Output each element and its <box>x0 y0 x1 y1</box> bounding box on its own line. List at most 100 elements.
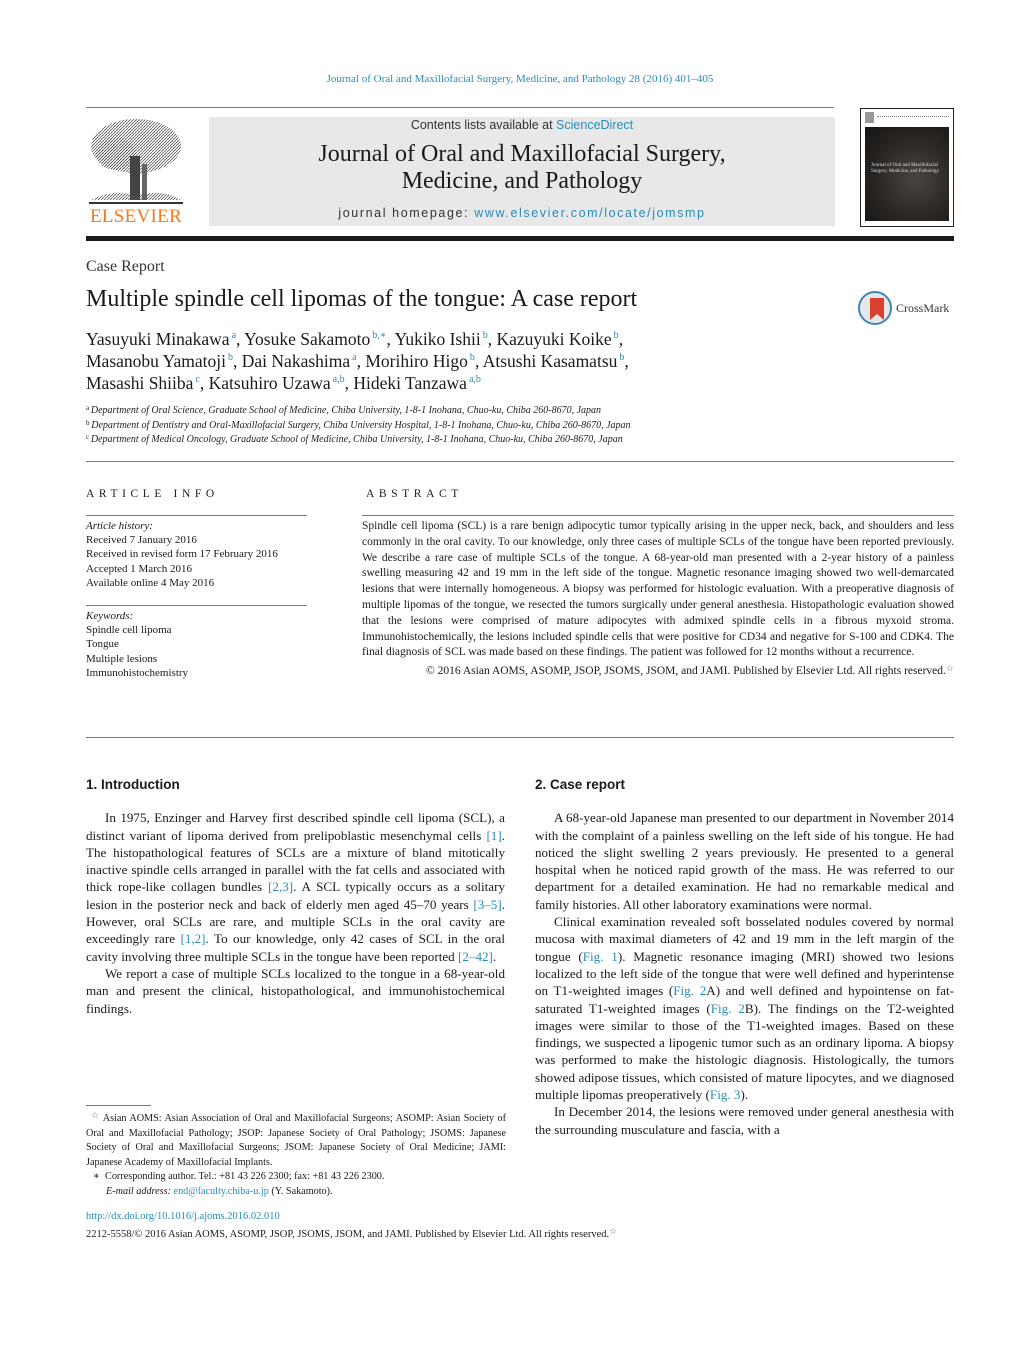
author-separator: , <box>199 373 209 393</box>
citation-link[interactable]: Fig. 3 <box>710 1087 741 1102</box>
paragraph: A 68-year-old Japanese man presented to … <box>535 809 954 913</box>
author-affiliation-marker[interactable]: b <box>468 352 475 363</box>
citation-link[interactable]: Fig. 1 <box>583 949 618 964</box>
star-footnote-marker[interactable]: ☆ <box>946 663 954 673</box>
sciencedirect-link[interactable]: ScienceDirect <box>556 118 633 132</box>
cover-masthead-text <box>877 116 949 119</box>
history-online: Available online 4 May 2016 <box>86 576 215 589</box>
author-name[interactable]: Atsushi Kasamatsu <box>483 351 618 371</box>
star-footnote-marker[interactable]: ☆ <box>609 1226 617 1236</box>
author-affiliation-marker[interactable]: b <box>481 330 488 341</box>
keywords: Keywords: Spindle cell lipoma Tongue Mul… <box>86 609 326 680</box>
citation-link[interactable]: [3–5] <box>473 897 501 912</box>
homepage-line: journal homepage: www.elsevier.com/locat… <box>209 206 835 220</box>
citation-link[interactable]: [1,2] <box>180 931 205 946</box>
paragraph-text: . <box>492 948 497 964</box>
article-title: Multiple spindle cell lipomas of the ton… <box>86 286 638 312</box>
article-history: Article history: Received 7 January 2016… <box>86 519 326 590</box>
author-affiliation-marker[interactable]: b <box>226 352 233 363</box>
article-info-divider <box>86 515 307 516</box>
author-name[interactable]: Yukiko Ishii <box>395 329 481 349</box>
affiliation: b Department of Dentistry and Oral-Maxil… <box>86 419 886 434</box>
author-separator: , <box>233 351 242 371</box>
author-email-link[interactable]: end@faculty.chiba-u.jp <box>174 1186 269 1197</box>
keyword: Tongue <box>86 638 119 651</box>
affiliation-text: Department of Dentistry and Oral-Maxillo… <box>91 419 631 431</box>
citation-link[interactable]: [2–42] <box>458 949 493 964</box>
abstract-divider <box>362 515 954 516</box>
email-label: E-mail address: <box>106 1185 171 1197</box>
author-separator: , <box>624 351 629 371</box>
corresponding-author-text: Corresponding author. Tel.: +81 43 226 2… <box>105 1171 385 1183</box>
elsevier-tree-icon <box>89 119 183 204</box>
crossmark-button[interactable]: CrossMark <box>858 291 968 329</box>
email-footnote: E-mail address: end@faculty.chiba-u.jp (… <box>86 1185 506 1200</box>
paragraph: We report a case of multiple SCLs locali… <box>86 965 505 1017</box>
cover-title: Journal of Oral and Maxillofacial Surger… <box>871 163 940 174</box>
history-received: Received 7 January 2016 <box>86 534 197 547</box>
cover-logo-icon <box>865 112 874 123</box>
author-name[interactable]: Morihiro Higo <box>365 351 468 371</box>
citation-link[interactable]: [1] <box>486 828 501 843</box>
history-revised: Received in revised form 17 February 201… <box>86 548 278 561</box>
abstract-body: Spindle cell lipoma (SCL) is a rare beni… <box>362 520 954 659</box>
author-name[interactable]: Katsuhiro Uzawa <box>209 373 331 393</box>
keywords-divider <box>86 605 307 606</box>
cover-artwork: Journal of Oral and Maxillofacial Surger… <box>865 127 949 221</box>
abstract-copyright: © 2016 Asian AOMS, ASOMP, JSOP, JSOMS, J… <box>362 661 954 680</box>
citation-link[interactable]: Fig. 2 <box>711 1001 745 1016</box>
author-name[interactable]: Yosuke Sakamoto <box>244 329 370 349</box>
doi-link[interactable]: http://dx.doi.org/10.1016/j.ajoms.2016.0… <box>86 1211 280 1222</box>
article-history-label: Article history: <box>86 520 153 532</box>
journal-header-banner: Contents lists available at ScienceDirec… <box>209 117 835 226</box>
citation-link[interactable]: [2,3] <box>268 879 293 894</box>
crossmark-label: CrossMark <box>896 301 950 315</box>
affiliation-list: a Department of Oral Science, Graduate S… <box>86 404 886 448</box>
keyword: Multiple lesions <box>86 652 158 665</box>
paragraph-text: A 68-year-old Japanese man presented to … <box>535 810 954 912</box>
author-affiliation-marker[interactable]: a,b <box>467 374 481 385</box>
citation-link[interactable]: Fig. 2 <box>673 983 706 998</box>
journal-title: Journal of Oral and Maxillofacial Surger… <box>209 141 835 195</box>
keywords-label: Keywords: <box>86 610 134 622</box>
journal-cover-image[interactable]: Journal of Oral and Maxillofacial Surger… <box>860 108 954 227</box>
issn-copyright-text: 2212-5558/© 2016 Asian AOMS, ASOMP, JSOP… <box>86 1229 610 1240</box>
author-name[interactable]: Kazuyuki Koike <box>496 329 611 349</box>
affiliation: a Department of Oral Science, Graduate S… <box>86 404 886 419</box>
journal-title-line1: Journal of Oral and Maxillofacial Surger… <box>318 141 726 167</box>
author-affiliation-marker[interactable]: b <box>612 330 619 341</box>
homepage-prefix: journal homepage: <box>338 206 475 220</box>
journal-citation[interactable]: Journal of Oral and Maxillofacial Surger… <box>0 73 1020 85</box>
elsevier-logo[interactable]: ELSEVIER <box>86 116 186 228</box>
author-list: Yasuyuki Minakawa a, Yosuke Sakamoto b,∗… <box>86 328 806 394</box>
journal-homepage-link[interactable]: www.elsevier.com/locate/jomsmp <box>474 206 705 220</box>
keyword: Spindle cell lipoma <box>86 624 172 637</box>
abstract-heading: ABSTRACT <box>366 488 463 500</box>
footnotes: ☆ Asian AOMS: Asian Association of Oral … <box>86 1108 506 1200</box>
author-name[interactable]: Masanobu Yamatoji <box>86 351 226 371</box>
author-name[interactable]: Masashi Shiiba <box>86 373 193 393</box>
author-name[interactable]: Yasuyuki Minakawa <box>86 329 230 349</box>
paragraph: Clinical examination revealed soft bosse… <box>535 913 954 1103</box>
author-affiliation-marker[interactable]: b,∗ <box>370 330 386 341</box>
header-divider <box>86 107 834 108</box>
author-name[interactable]: Dai Nakashima <box>242 351 350 371</box>
author-separator: , <box>386 329 395 349</box>
paragraph: In December 2014, the lesions were remov… <box>535 1103 954 1138</box>
cover-masthead <box>865 112 949 124</box>
author-separator: , <box>236 329 245 349</box>
article-info-heading: ARTICLE INFO <box>86 488 219 500</box>
paragraph-text: In 1975, Enzinger and Harvey first descr… <box>86 810 505 843</box>
author-name[interactable]: Hideki Tanzawa <box>353 373 467 393</box>
author-affiliation-marker[interactable]: a,b <box>331 374 345 385</box>
email-suffix: (Y. Sakamoto). <box>268 1185 333 1197</box>
abstract: Spindle cell lipoma (SCL) is a rare beni… <box>362 519 954 680</box>
elsevier-wordmark: ELSEVIER <box>89 206 183 227</box>
paragraph-text: In December 2014, the lesions were remov… <box>535 1104 954 1137</box>
crossmark-notch <box>870 314 884 320</box>
abbreviations-text: Asian AOMS: Asian Association of Oral an… <box>86 1113 507 1168</box>
paragraph-text: ). <box>740 1087 749 1103</box>
affiliation-text: Department of Oral Science, Graduate Sch… <box>90 405 602 416</box>
author-separator: , <box>618 329 624 349</box>
case-report-section: 2. Case report A 68-year-old Japanese ma… <box>535 776 954 1138</box>
